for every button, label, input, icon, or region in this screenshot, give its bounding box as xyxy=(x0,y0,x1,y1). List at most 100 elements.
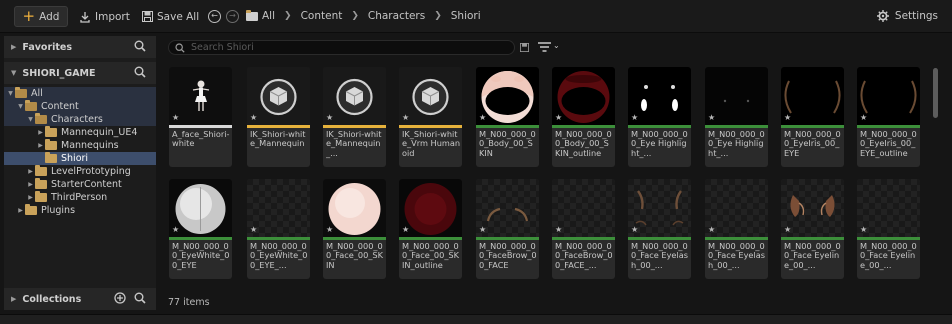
save-all-label: Save All xyxy=(157,10,200,23)
tree-item-label: ThirdPerson xyxy=(51,192,108,203)
favorite-star-icon[interactable]: ★ xyxy=(860,226,867,234)
search-input[interactable]: Search Shiori xyxy=(168,40,515,55)
asset-name: M_N00_000_00_FaceBrow_00_FACE_... xyxy=(555,242,613,270)
asset-tile[interactable]: ★ M_N00_000_00_EyeIris_00_EYE_outline xyxy=(857,67,920,167)
favorite-star-icon[interactable]: ★ xyxy=(784,114,791,122)
asset-tile[interactable]: ★ IK_Shiori-white_Mannequin xyxy=(247,67,310,167)
breadcrumb-shiori[interactable]: Shiori xyxy=(451,10,481,22)
add-button[interactable]: + Add xyxy=(14,6,68,27)
settings-label: Settings xyxy=(894,10,938,22)
asset-name: IK_Shiori-white_Vrm Humanoid xyxy=(402,130,461,158)
favorite-star-icon[interactable]: ★ xyxy=(631,114,638,122)
asset-tile[interactable]: ★ M_N00_000_00_FaceBrow_00_FACE_... xyxy=(552,179,615,279)
breadcrumb-characters[interactable]: Characters xyxy=(368,10,425,22)
status-bar xyxy=(0,314,952,324)
asset-tile[interactable]: ★ M_N00_000_00_Face_00_SKIN xyxy=(323,179,386,279)
tree-item-startercontent[interactable]: ▶ StarterContent xyxy=(4,178,156,191)
asset-type-strip xyxy=(705,125,768,128)
asset-tile[interactable]: ★ M_N00_000_00_EyeWhite_00_EYE xyxy=(169,179,232,279)
favorite-star-icon[interactable]: ★ xyxy=(326,226,333,234)
favorite-star-icon[interactable]: ★ xyxy=(708,226,715,234)
tree-item-all[interactable]: ▼ All xyxy=(4,87,156,100)
chevron-right-icon: ▶ xyxy=(28,181,33,188)
favorites-label: Favorites xyxy=(22,41,73,53)
asset-tile[interactable]: ★ M_N00_000_00_Face Eyeline_00_... xyxy=(857,179,920,279)
favorite-star-icon[interactable]: ★ xyxy=(555,114,562,122)
breadcrumb: All ❯ Content ❯ Characters ❯ Shiori xyxy=(246,9,481,22)
breadcrumb-all[interactable]: All xyxy=(262,10,275,22)
save-search-icon[interactable] xyxy=(520,43,529,52)
content-browser-toolbar: + Add Import Save All ← → All ❯ Content … xyxy=(0,0,952,33)
favorite-star-icon[interactable]: ★ xyxy=(479,114,486,122)
favorite-star-icon[interactable]: ★ xyxy=(250,114,257,122)
search-icon[interactable] xyxy=(134,40,146,52)
tree-item-label: LevelPrototyping xyxy=(51,166,131,177)
tree-item-mannequin-ue4[interactable]: ▶ Mannequin_UE4 xyxy=(4,126,156,139)
chevron-right-icon: ❯ xyxy=(434,11,442,21)
gear-icon xyxy=(876,10,889,22)
asset-tile[interactable]: ★ M_N00_000_00_Face Eyeline_00_... xyxy=(781,179,844,279)
favorite-star-icon[interactable]: ★ xyxy=(250,226,257,234)
collections-header[interactable]: ▶ Collections xyxy=(4,288,156,310)
settings-button[interactable]: Settings xyxy=(876,10,938,22)
asset-tile[interactable]: ★ M_N00_000_00_Eye Highlight_... xyxy=(628,67,691,167)
search-icon[interactable] xyxy=(134,292,146,304)
asset-tile[interactable]: ★ M_N00_000_00_Face_00_SKIN_outline xyxy=(399,179,462,279)
tree-item-mannequins[interactable]: ▶ Mannequins xyxy=(4,139,156,152)
favorite-star-icon[interactable]: ★ xyxy=(326,114,333,122)
favorite-star-icon[interactable]: ★ xyxy=(555,226,562,234)
asset-tile[interactable]: ★ M_N00_000_00_Face Eyelash_00_... xyxy=(705,179,768,279)
asset-type-strip xyxy=(169,125,232,128)
asset-tile[interactable]: ★ M_N00_000_00_FaceBrow_00_FACE xyxy=(476,179,539,279)
favorite-star-icon[interactable]: ★ xyxy=(402,114,409,122)
asset-tile[interactable]: ★ M_N00_000_00_EyeWhite_00_EYE_... xyxy=(247,179,310,279)
tree-item-characters[interactable]: ▼ Characters xyxy=(4,113,156,126)
tree-item-levelprototyping[interactable]: ▶ LevelPrototyping xyxy=(4,165,156,178)
favorite-star-icon[interactable]: ★ xyxy=(402,226,409,234)
favorite-star-icon[interactable]: ★ xyxy=(860,114,867,122)
chevron-right-icon: ▶ xyxy=(38,142,43,149)
asset-tile[interactable]: ★ IK_Shiori-white_Vrm Humanoid xyxy=(399,67,462,167)
import-icon xyxy=(80,11,90,23)
asset-tile[interactable]: ★ A_face_Shiori-white xyxy=(169,67,232,167)
tree-item-plugins[interactable]: ▶ Plugins xyxy=(4,204,156,217)
asset-tile[interactable]: ★ M_N00_000_00_Body_00_SKIN xyxy=(476,67,539,167)
asset-tile[interactable]: ★ M_N00_000_00_EyeIris_00_EYE xyxy=(781,67,844,167)
asset-name: M_N00_000_00_Face Eyeline_00_... xyxy=(784,242,841,270)
favorite-star-icon[interactable]: ★ xyxy=(172,114,179,122)
folder-icon xyxy=(246,9,258,21)
asset-tile[interactable]: ★ M_N00_000_00_Eye Highlight_... xyxy=(705,67,768,167)
favorite-star-icon[interactable]: ★ xyxy=(172,226,179,234)
favorite-star-icon[interactable]: ★ xyxy=(479,226,486,234)
add-collection-icon[interactable] xyxy=(114,292,126,304)
asset-tile[interactable]: ★ M_N00_000_00_Face Eyelash_00_... xyxy=(628,179,691,279)
asset-tile[interactable]: ★ M_N00_000_00_Body_00_SKIN_outline xyxy=(552,67,615,167)
tree-item-label: StarterContent xyxy=(51,179,122,190)
asset-name: IK_Shiori-white_Mannequin_... xyxy=(326,130,382,158)
asset-name: M_N00_000_00_Eye Highlight_... xyxy=(631,130,688,158)
filter-button[interactable]: ⌄ xyxy=(538,41,564,54)
asset-type-strip xyxy=(323,125,386,128)
import-button[interactable]: Import xyxy=(79,6,130,27)
asset-tile[interactable]: ★ IK_Shiori-white_Mannequin_... xyxy=(323,67,386,167)
back-icon[interactable]: ← xyxy=(208,10,221,23)
favorite-star-icon[interactable]: ★ xyxy=(708,114,715,122)
asset-type-strip xyxy=(705,237,768,240)
asset-name: A_face_Shiori-white xyxy=(172,130,230,149)
favorite-star-icon[interactable]: ★ xyxy=(784,226,791,234)
breadcrumb-content[interactable]: Content xyxy=(301,10,343,22)
favorite-star-icon[interactable]: ★ xyxy=(631,226,638,234)
asset-name: M_N00_000_00_FaceBrow_00_FACE xyxy=(479,242,537,270)
favorites-header[interactable]: ▶ Favorites xyxy=(4,36,156,58)
tree-item-shiori[interactable]: Shiori xyxy=(4,152,156,165)
search-icon[interactable] xyxy=(134,66,146,78)
tree-item-thirdperson[interactable]: ▶ ThirdPerson xyxy=(4,191,156,204)
project-header[interactable]: ▼ SHIORI_GAME xyxy=(4,62,156,84)
tree-item-content[interactable]: ▼ Content xyxy=(4,100,156,113)
scrollbar[interactable] xyxy=(933,68,938,118)
item-count: 77 items xyxy=(168,297,210,308)
save-all-button[interactable]: Save All xyxy=(142,6,199,27)
forward-icon[interactable]: → xyxy=(226,10,239,23)
add-button-label: Add xyxy=(39,10,60,23)
asset-name: M_N00_000_00_EyeIris_00_EYE_outline xyxy=(860,130,917,158)
